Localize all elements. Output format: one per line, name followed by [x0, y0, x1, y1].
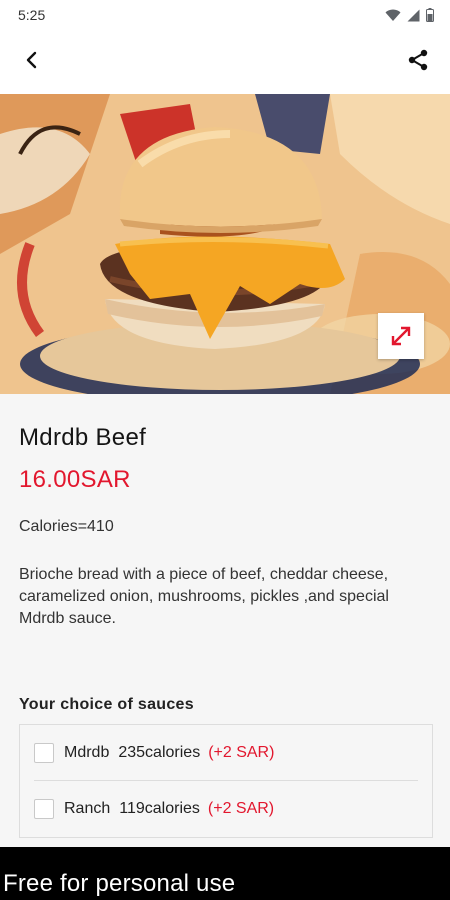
sauce-name: Mdrdb: [64, 743, 110, 761]
wifi-icon: [385, 9, 401, 22]
expand-image-button[interactable]: [378, 313, 424, 359]
share-icon: [406, 48, 430, 77]
sauce-price: (+2 SAR): [207, 800, 275, 817]
sauces-section-title: Your choice of sauces: [19, 696, 194, 713]
sauce-calories: 235calories: [118, 743, 201, 761]
product-details: Mdrdb Beef 16.00SAR Calories=410 Brioche…: [0, 394, 450, 838]
sauce-name: Ranch: [64, 800, 111, 817]
product-image[interactable]: [0, 94, 450, 394]
share-button[interactable]: [400, 44, 436, 80]
expand-icon: [389, 324, 413, 348]
product-description: Brioche bread with a piece of beef, ched…: [19, 566, 389, 627]
product-calories: Calories=410: [19, 518, 114, 535]
sauce-option-ranch[interactable]: Ranch 119calories (+2 SAR): [34, 781, 418, 837]
status-icons: [385, 8, 434, 22]
battery-icon: [426, 8, 434, 22]
sauce-calories: 119calories: [119, 800, 200, 817]
sauce-price: (+2 SAR): [208, 743, 275, 761]
banner-text: Free for personal use: [3, 870, 236, 897]
sauce-checkbox[interactable]: [34, 799, 54, 819]
back-button[interactable]: [14, 44, 50, 80]
product-screen: 5:25 Mdrdb Beef 16.00SAR Calories=410 Br…: [0, 0, 450, 900]
status-bar: 5:25: [0, 0, 450, 30]
chevron-left-icon: [24, 51, 40, 74]
app-bar: [0, 30, 450, 94]
sauce-checkbox[interactable]: [34, 742, 54, 763]
status-time: 5:25: [18, 7, 46, 23]
product-price: 16.00SAR: [19, 466, 131, 493]
product-name: Mdrdb Beef: [19, 424, 147, 451]
sauce-option-mdrdb[interactable]: Mdrdb 235calories (+2 SAR): [34, 725, 418, 781]
signal-icon: [407, 9, 420, 22]
sauce-options-list: Mdrdb 235calories (+2 SAR) Ranch 119calo…: [19, 724, 433, 838]
watermark-banner: Free for personal use: [0, 847, 450, 900]
